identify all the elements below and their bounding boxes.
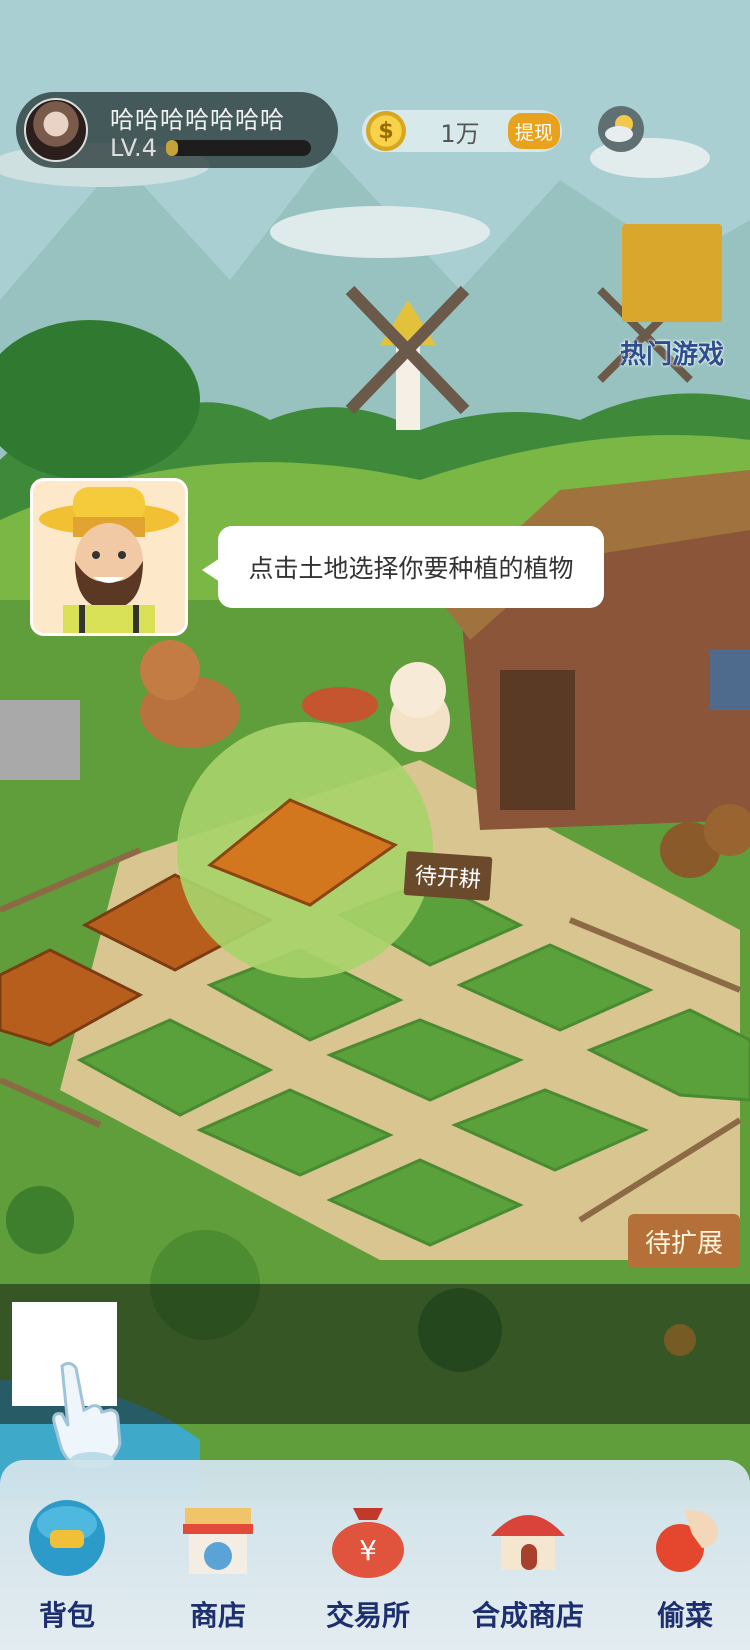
farmer-guide-avatar bbox=[30, 478, 188, 636]
withdraw-button[interactable]: 提现 bbox=[508, 113, 560, 149]
nav-label: 交易所 bbox=[325, 1599, 410, 1632]
nav-merge-shop[interactable]: 合成商店 bbox=[463, 1490, 593, 1640]
xp-progress-fill bbox=[166, 140, 178, 156]
house-icon bbox=[491, 1515, 565, 1570]
nav-label: 偷菜 bbox=[656, 1599, 713, 1632]
nav-label: 合成商店 bbox=[471, 1599, 584, 1632]
backpack-icon bbox=[29, 1500, 105, 1576]
hot-games-label[interactable]: 热门游戏 bbox=[620, 334, 724, 371]
xp-progress-bar bbox=[166, 140, 311, 156]
svg-text:¥: ¥ bbox=[359, 1534, 377, 1567]
money-bag-icon: ¥ bbox=[332, 1508, 404, 1578]
steal-hand-icon bbox=[656, 1509, 719, 1572]
player-level: LV.4 bbox=[110, 134, 157, 162]
pointing-hand-icon bbox=[52, 1361, 122, 1468]
hot-games-tile[interactable] bbox=[622, 224, 722, 322]
farmer-icon bbox=[39, 487, 179, 633]
nav-exchange[interactable]: ¥ 交易所 bbox=[303, 1490, 433, 1640]
coin-icon: $ bbox=[366, 111, 406, 151]
avatar[interactable] bbox=[24, 98, 88, 162]
nav-steal-veg[interactable]: 偷菜 bbox=[620, 1490, 750, 1640]
nav-backpack[interactable]: 背包 bbox=[2, 1490, 132, 1640]
player-card[interactable]: 哈哈哈哈哈哈哈 LV.4 bbox=[16, 92, 338, 168]
coin-value: 1万 bbox=[440, 120, 480, 148]
weather-icon[interactable] bbox=[598, 106, 644, 152]
till-plot-sign[interactable]: 待开耕 bbox=[403, 851, 493, 901]
nav-label: 商店 bbox=[189, 1599, 246, 1632]
nav-label: 背包 bbox=[38, 1599, 95, 1632]
guide-speech-bubble: 点击土地选择你要种植的植物 bbox=[218, 526, 604, 608]
nav-shop[interactable]: 商店 bbox=[153, 1490, 283, 1640]
shop-icon bbox=[183, 1508, 253, 1574]
player-name: 哈哈哈哈哈哈哈 bbox=[110, 106, 285, 134]
expand-farm-sign[interactable]: 待扩展 bbox=[628, 1214, 740, 1268]
